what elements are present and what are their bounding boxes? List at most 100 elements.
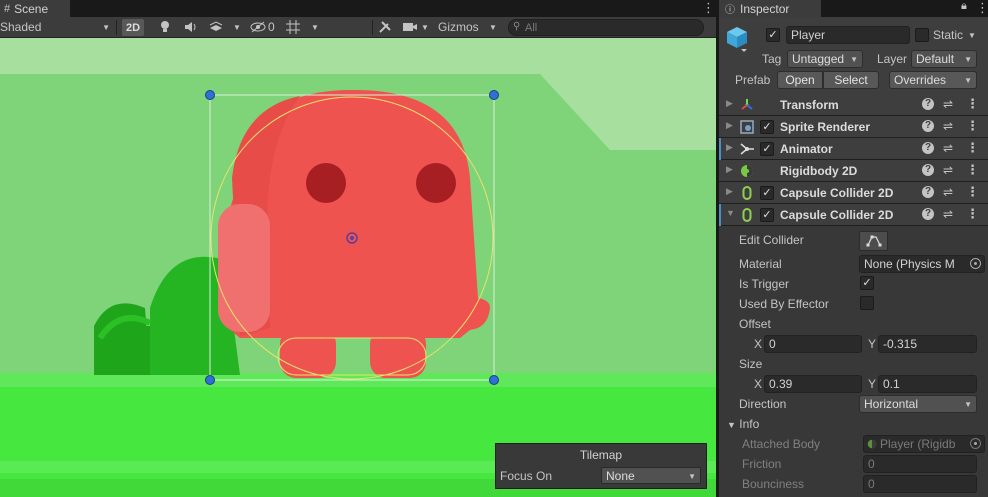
tag-dropdown[interactable]: Untagged ▼	[787, 50, 863, 68]
size-x-input[interactable]: 0.39	[764, 375, 862, 393]
preset-icon[interactable]: ⇌	[943, 207, 953, 221]
material-field[interactable]: None (Physics M	[859, 255, 985, 273]
tag-label: Tag	[762, 52, 782, 66]
offset-y-input[interactable]: -0.315	[878, 335, 977, 353]
audio-toggle-icon[interactable]	[184, 17, 198, 37]
fold-right-icon[interactable]: ▶	[726, 120, 733, 131]
size-y-input[interactable]: 0.1	[878, 375, 977, 393]
friction-label: Friction	[742, 457, 782, 471]
component-enabled-checkbox[interactable]: ✓	[760, 208, 774, 222]
chevron-down-icon: ▼	[102, 22, 110, 32]
component-animator[interactable]: ▶ ✓ Animator ? ⇌ ⋮	[719, 138, 988, 160]
more-options-icon[interactable]: ⋮	[976, 0, 988, 16]
preset-icon[interactable]: ⇌	[943, 119, 953, 133]
fold-right-icon[interactable]: ▶	[726, 98, 733, 109]
component-enabled-checkbox[interactable]: ✓	[760, 186, 774, 200]
scene-search-input[interactable]: ⚲ All	[508, 19, 704, 36]
lighting-toggle-icon[interactable]	[159, 17, 171, 37]
edit-collider-button[interactable]	[859, 231, 888, 251]
camera-dropdown[interactable]: ▼	[421, 17, 429, 37]
component-capsule-collider-2d-expanded[interactable]: ▼ ✓ Capsule Collider 2D ? ⇌ ⋮	[719, 204, 988, 226]
hidden-objects-toggle[interactable]: 0	[250, 17, 275, 37]
more-options-icon[interactable]: ⋮	[702, 0, 715, 16]
fold-down-icon: ▼	[727, 420, 736, 430]
object-name-input[interactable]: Player	[786, 26, 910, 44]
more-options-icon[interactable]: ⋮	[966, 96, 979, 112]
help-icon[interactable]: ?	[922, 208, 934, 220]
lock-icon[interactable]: 🔒︎	[961, 0, 967, 13]
chevron-down-icon: ▼	[489, 22, 497, 32]
more-options-icon[interactable]: ⋮	[966, 140, 979, 156]
component-name: Rigidbody 2D	[780, 164, 858, 178]
prefab-select-button[interactable]: Select	[823, 71, 879, 89]
help-icon[interactable]: ?	[922, 164, 934, 176]
2d-mode-toggle[interactable]: 2D	[122, 19, 144, 36]
object-picker-icon	[970, 438, 981, 449]
chevron-down-icon: ▼	[964, 55, 972, 64]
help-icon[interactable]: ?	[922, 186, 934, 198]
preset-icon[interactable]: ⇌	[943, 163, 953, 177]
gameobject-cube-icon[interactable]	[725, 26, 749, 55]
tab-inspector[interactable]: ⓘ Inspector	[719, 0, 821, 17]
gizmos-dropdown[interactable]: ▼	[489, 17, 497, 37]
friction-field: 0	[863, 455, 977, 473]
offset-label: Offset	[739, 317, 771, 331]
prefab-open-button[interactable]: Open	[777, 71, 823, 89]
scene-toolbar: Shaded ▼ 2D ▼ 0 ▼ ▼ Gizmos ▼ ⚲ All	[0, 17, 716, 38]
used-by-effector-checkbox[interactable]	[860, 296, 874, 310]
help-icon[interactable]: ?	[922, 98, 934, 110]
help-icon[interactable]: ?	[922, 120, 934, 132]
fold-right-icon[interactable]: ▶	[726, 142, 733, 153]
preset-icon[interactable]: ⇌	[943, 141, 953, 155]
component-sprite-renderer[interactable]: ▶ ✓ Sprite Renderer ? ⇌ ⋮	[719, 116, 988, 138]
chevron-down-icon: ▼	[964, 76, 972, 85]
sprite-renderer-icon	[739, 119, 755, 135]
component-transform[interactable]: ▶ Transform ? ⇌ ⋮	[719, 94, 988, 116]
offset-x-input[interactable]: 0	[764, 335, 862, 353]
component-capsule-collider-2d[interactable]: ▶ ✓ Capsule Collider 2D ? ⇌ ⋮	[719, 182, 988, 204]
info-foldout[interactable]: ▼ Info	[727, 417, 759, 431]
resize-handle	[205, 375, 215, 385]
focus-on-dropdown[interactable]: None ▼	[601, 467, 701, 484]
effects-toggle-icon[interactable]	[208, 17, 224, 37]
camera-icon[interactable]	[402, 17, 418, 37]
chevron-down-icon[interactable]: ▼	[968, 31, 976, 40]
preset-icon[interactable]: ⇌	[943, 185, 953, 199]
effects-dropdown[interactable]: ▼	[233, 17, 241, 37]
chevron-down-icon: ▼	[850, 55, 858, 64]
fold-right-icon[interactable]: ▶	[726, 164, 733, 175]
object-picker-icon[interactable]	[970, 258, 981, 269]
component-enabled-checkbox[interactable]: ✓	[760, 142, 774, 156]
inspector-panel: ⓘ Inspector 🔒︎ ⋮ ✓ Player Static ▼ Tag U…	[719, 0, 988, 497]
preset-icon[interactable]: ⇌	[943, 97, 953, 111]
more-options-icon[interactable]: ⋮	[966, 162, 979, 178]
grid-dropdown[interactable]: ▼	[311, 17, 319, 37]
more-options-icon[interactable]: ⋮	[966, 118, 979, 134]
fold-down-icon[interactable]: ▼	[726, 208, 735, 218]
layer-dropdown[interactable]: Default ▼	[911, 50, 977, 68]
edit-shape-icon	[866, 235, 881, 247]
is-trigger-label: Is Trigger	[739, 277, 790, 291]
grid-icon: #	[4, 3, 11, 15]
is-trigger-checkbox[interactable]: ✓	[860, 276, 874, 290]
overrides-dropdown[interactable]: Overrides ▼	[889, 71, 977, 89]
shading-mode-dropdown[interactable]: Shaded ▼	[0, 17, 112, 37]
fold-right-icon[interactable]: ▶	[726, 186, 733, 197]
grid-snap-icon[interactable]	[286, 17, 300, 37]
gizmos-button[interactable]: Gizmos	[438, 17, 479, 37]
help-icon[interactable]: ?	[922, 142, 934, 154]
chevron-down-icon: ▼	[964, 400, 972, 409]
resize-handle	[489, 90, 499, 100]
direction-dropdown[interactable]: Horizontal ▼	[859, 395, 977, 413]
static-checkbox[interactable]	[915, 28, 929, 42]
tab-scene[interactable]: # Scene	[0, 0, 70, 17]
scene-viewport[interactable]	[0, 38, 716, 497]
tools-icon[interactable]	[378, 17, 392, 37]
component-enabled-checkbox[interactable]: ✓	[760, 120, 774, 134]
hidden-count: 0	[268, 20, 275, 34]
more-options-icon[interactable]: ⋮	[966, 206, 979, 222]
more-options-icon[interactable]: ⋮	[966, 184, 979, 200]
rigidbody-icon	[739, 163, 755, 179]
component-rigidbody-2d[interactable]: ▶ Rigidbody 2D ? ⇌ ⋮	[719, 160, 988, 182]
active-checkbox[interactable]: ✓	[766, 28, 780, 42]
